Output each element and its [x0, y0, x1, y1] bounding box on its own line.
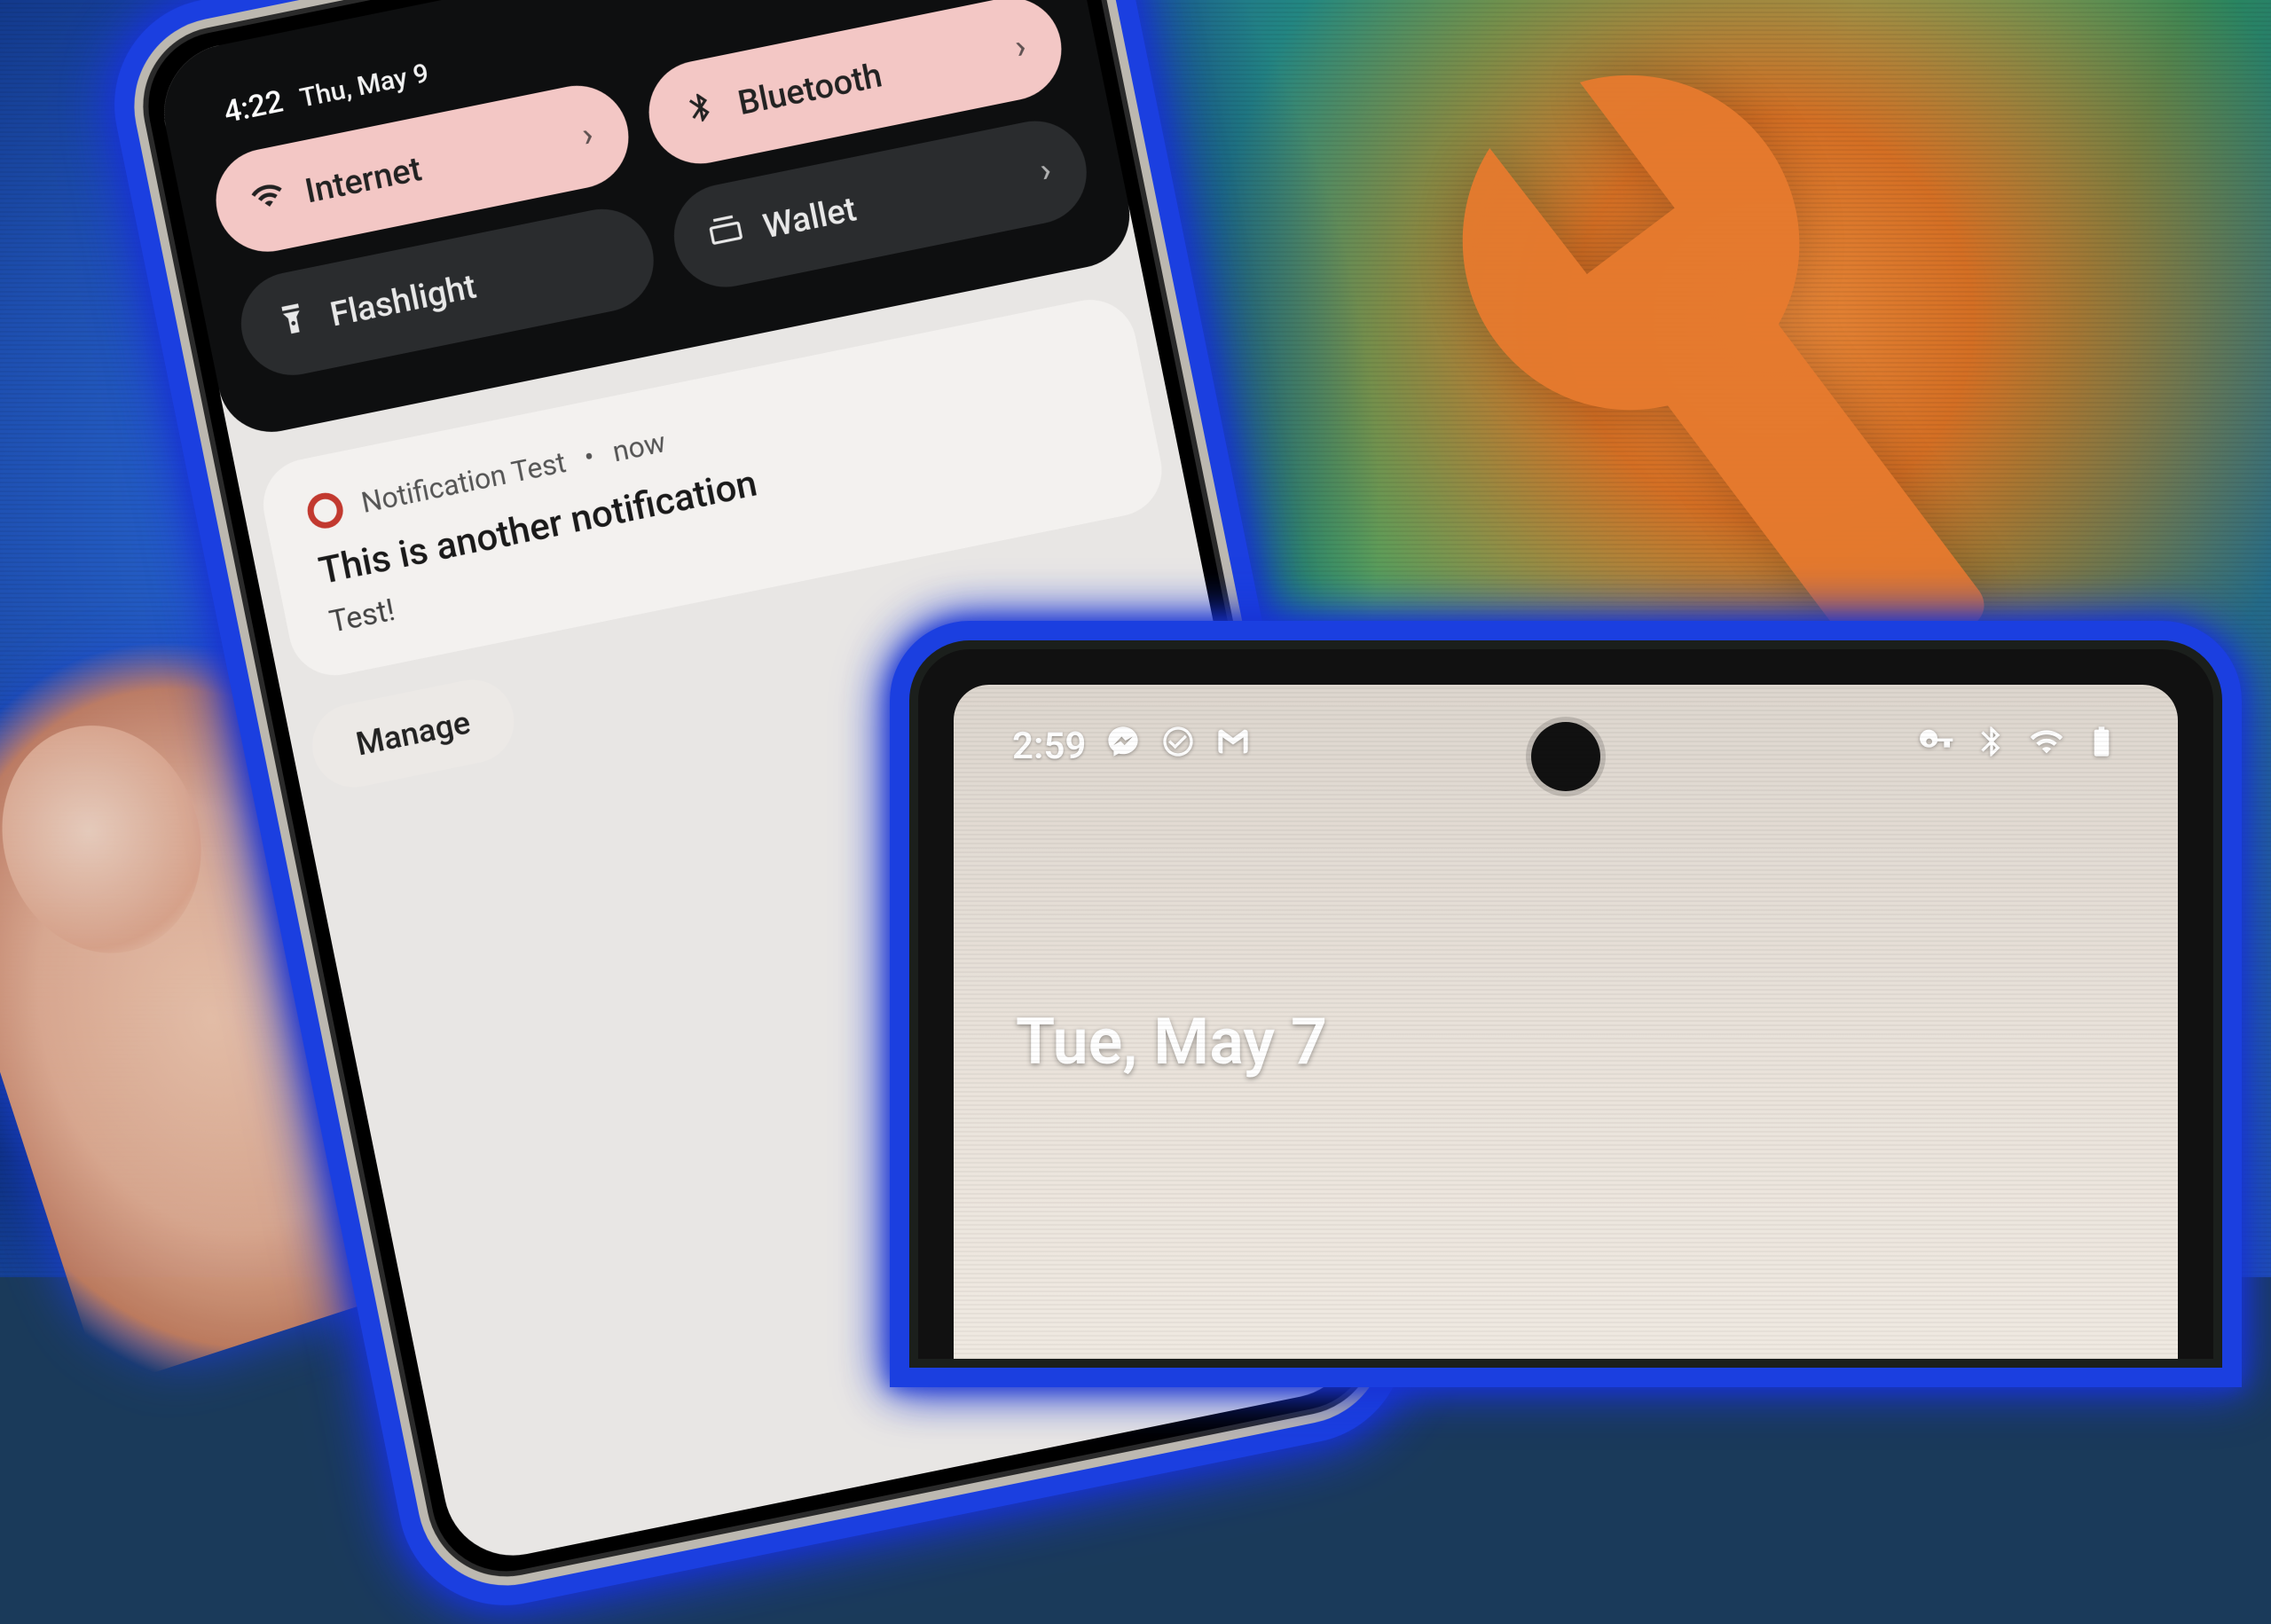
phone-right: 2:59 Tue, May 7	[909, 640, 2222, 1368]
battery-icon	[2084, 724, 2119, 769]
wifi-icon	[2029, 724, 2064, 769]
bluetooth-icon	[680, 88, 722, 137]
gmail-icon	[1215, 724, 1251, 769]
tile-label: Bluetooth	[735, 56, 885, 123]
wallet-icon	[705, 211, 747, 260]
status-date: Thu, May 9	[297, 58, 431, 114]
bluetooth-icon	[1974, 724, 2009, 769]
chevron-right-icon: ›	[1011, 27, 1029, 67]
chevron-right-icon: ›	[1037, 150, 1055, 190]
wrench-icon	[1419, 62, 2040, 683]
check-circle-icon	[1160, 724, 1196, 769]
home-date: Tue, May 7	[1016, 1004, 1327, 1079]
status-time: 2:59	[1012, 725, 1086, 768]
manage-button[interactable]: Manage	[305, 672, 522, 795]
vibrate-icon	[823, 0, 856, 7]
chevron-right-icon: ›	[578, 115, 596, 155]
flashlight-icon	[272, 299, 314, 348]
vpn-key-icon	[1919, 724, 1954, 769]
messenger-icon	[1105, 724, 1141, 769]
tile-label: Flashlight	[327, 267, 480, 334]
tile-label: Wallet	[760, 190, 860, 247]
status-time: 4:22	[221, 83, 287, 130]
status-bar: 2:59	[954, 724, 2178, 769]
app-icon	[304, 490, 346, 531]
phone-frame: 2:59 Tue, May 7	[909, 640, 2222, 1368]
wifi-icon	[248, 176, 289, 224]
notification-age: now	[609, 425, 668, 468]
tile-label: Internet	[302, 150, 425, 212]
